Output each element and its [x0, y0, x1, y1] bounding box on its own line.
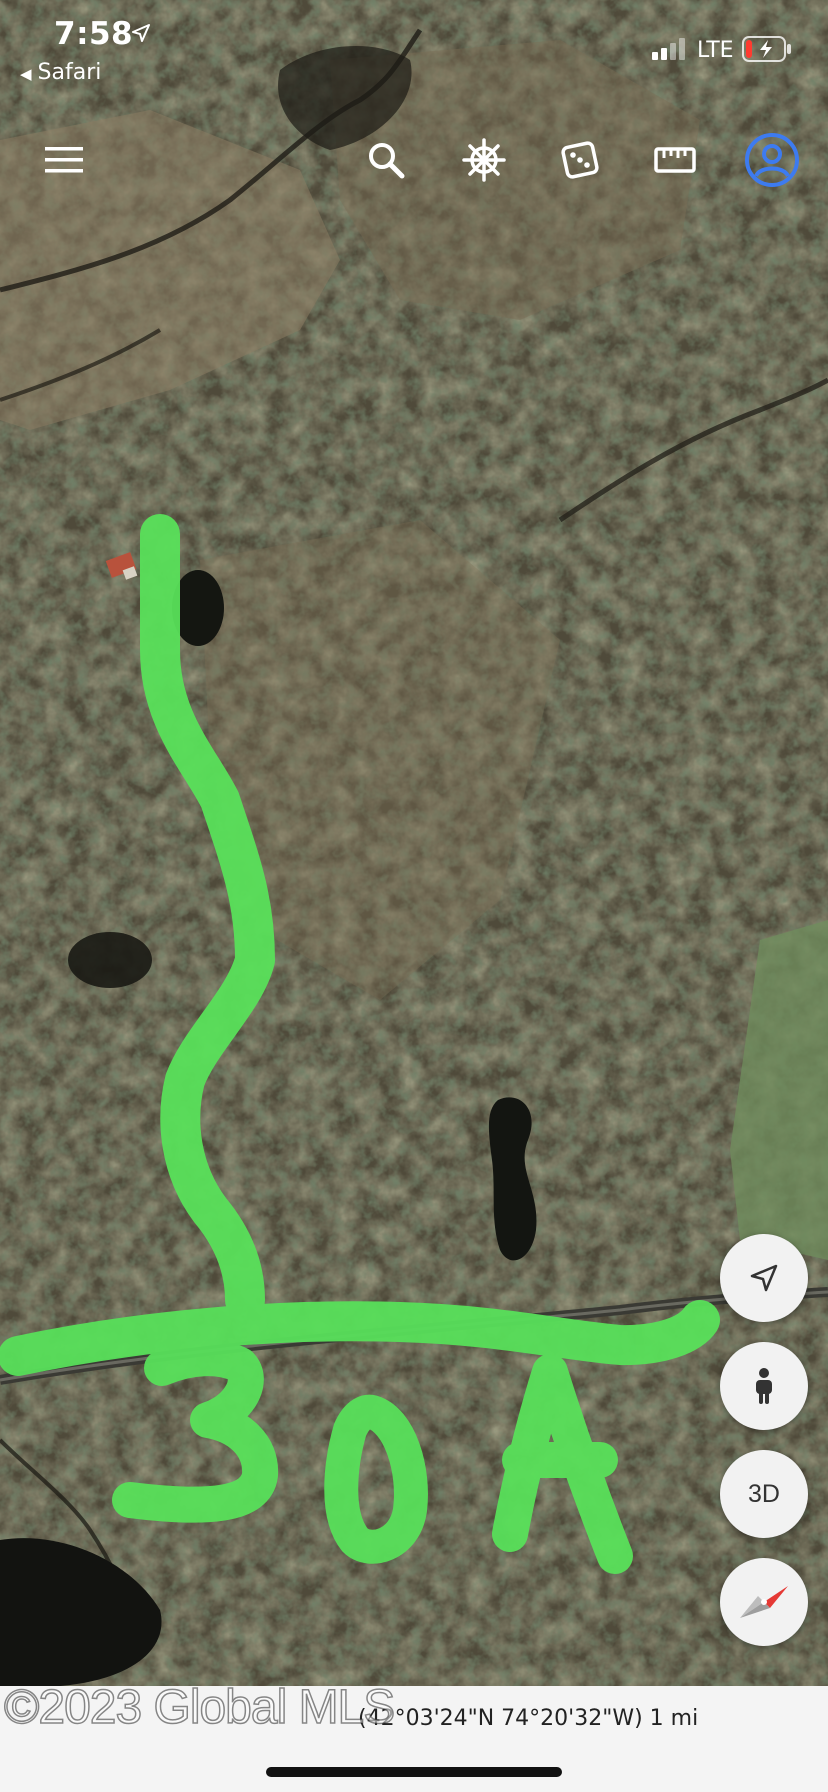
- navigation-arrow-icon: [750, 1264, 778, 1292]
- battery-icon: [742, 36, 791, 62]
- coordinates-scale: (42°03'24"N 74°20'32"W) 1 mi: [358, 1706, 699, 1731]
- status-bar: 7:58 ◀ Safari LTE: [0, 0, 828, 90]
- 3d-label: 3D: [748, 1479, 780, 1508]
- random-place-button[interactable]: [550, 120, 610, 200]
- ruler-icon: [654, 147, 696, 173]
- dice-icon: [561, 141, 599, 179]
- status-time: 7:58: [54, 16, 134, 52]
- pond: [68, 932, 152, 988]
- search-button[interactable]: [356, 120, 416, 200]
- back-to-app[interactable]: ◀ Safari: [20, 60, 101, 85]
- account-icon: [745, 133, 799, 187]
- signal-icon: [652, 38, 685, 60]
- map-toolbar: [0, 120, 828, 200]
- measure-button[interactable]: [645, 120, 705, 200]
- network-type: LTE: [697, 38, 734, 63]
- my-location-button[interactable]: [720, 1234, 808, 1322]
- listing-watermark: ©2023 Global MLS: [3, 1680, 396, 1735]
- location-arrow-icon: [132, 24, 150, 42]
- ship-wheel-icon: [462, 138, 506, 182]
- back-triangle-icon: ◀: [20, 65, 32, 83]
- street-view-button[interactable]: [720, 1342, 808, 1430]
- home-indicator[interactable]: [266, 1767, 562, 1777]
- pegman-icon: [756, 1368, 772, 1404]
- menu-button[interactable]: [34, 120, 94, 200]
- search-icon: [369, 143, 405, 179]
- 3d-toggle-button[interactable]: 3D: [720, 1450, 808, 1538]
- compass-icon: [740, 1586, 788, 1618]
- back-app-label: Safari: [37, 60, 102, 85]
- voyager-button[interactable]: [454, 120, 514, 200]
- account-button[interactable]: [742, 120, 802, 200]
- satellite-map[interactable]: [0, 0, 828, 1792]
- menu-icon: [45, 147, 83, 173]
- compass-button[interactable]: [720, 1558, 808, 1646]
